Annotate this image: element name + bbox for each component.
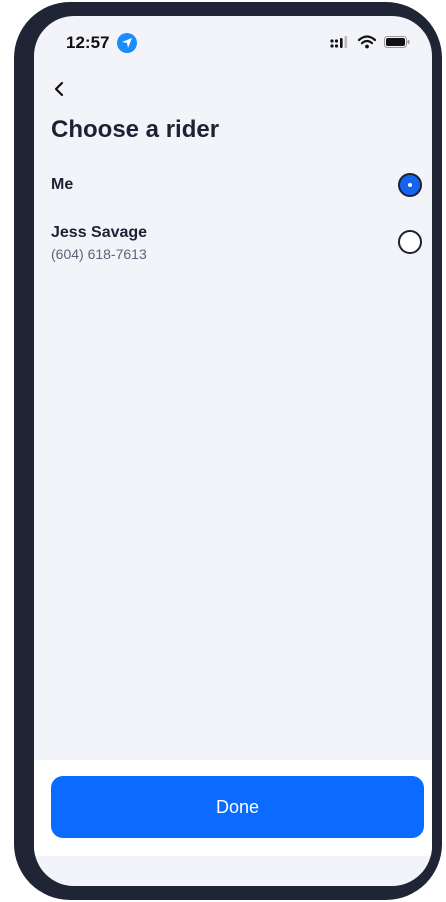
location-arrow-icon: [117, 33, 137, 53]
cellular-signal-icon: [330, 36, 348, 48]
status-time: 12:57: [66, 33, 110, 52]
status-bar: 12:57: [34, 16, 432, 70]
battery-icon: [384, 36, 410, 48]
chevron-left-icon: [54, 81, 64, 97]
app-screen: 12:57 Choose a rider Me Jess Savage (604…: [34, 16, 432, 886]
rider-radio[interactable]: [398, 230, 422, 254]
rider-name: Jess Savage: [51, 224, 148, 241]
page-title: Choose a rider: [51, 116, 220, 143]
rider-radio-selected[interactable]: [398, 173, 422, 197]
wifi-icon: [358, 35, 376, 49]
rider-name: Me: [51, 176, 74, 193]
back-button[interactable]: [44, 74, 74, 104]
done-button[interactable]: Done: [51, 776, 424, 838]
rider-option-jess-savage[interactable]: Jess Savage (604) 618-7613: [34, 216, 432, 272]
rider-option-me[interactable]: Me: [34, 166, 432, 206]
rider-phone: (604) 618-7613: [51, 246, 147, 262]
bottom-action-panel: Done: [34, 760, 432, 856]
